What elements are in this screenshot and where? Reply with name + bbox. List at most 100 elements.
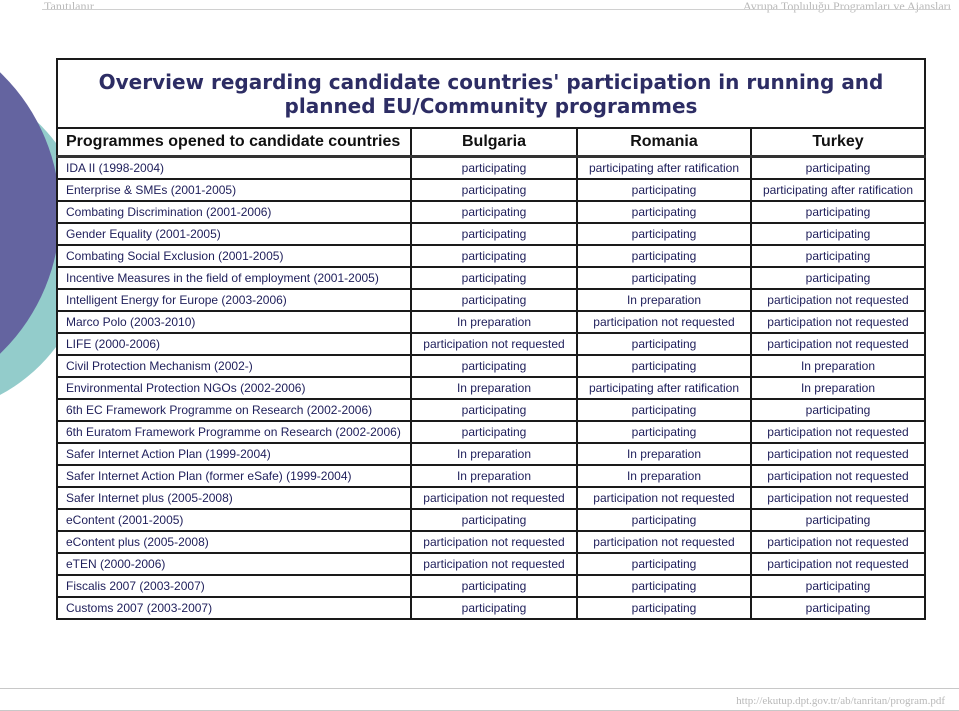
romania-status-cell: participating: [576, 200, 752, 224]
romania-status-cell: participation not requested: [576, 486, 752, 510]
romania-status-cell: participating: [576, 398, 752, 422]
column-header-programmes: Programmes opened to candidate countries: [56, 127, 412, 158]
romania-status-cell: participating after ratification: [576, 155, 752, 180]
bulgaria-status-cell: In preparation: [410, 464, 578, 488]
romania-status-cell: participating: [576, 178, 752, 202]
romania-status-cell: In preparation: [576, 442, 752, 466]
turkey-status-cell: participation not requested: [750, 552, 926, 576]
programme-cell: 6th EC Framework Programme on Research (…: [56, 398, 412, 422]
programme-cell: Combating Discrimination (2001-2006): [56, 200, 412, 224]
bulgaria-status-cell: participating: [410, 266, 578, 290]
turkey-status-cell: participating: [750, 200, 926, 224]
table-row: Customs 2007 (2003-2007) participating par…: [56, 596, 926, 620]
page-header-right: Avrupa Topluluğu Programları ve Ajanslar…: [742, 0, 951, 13]
romania-status-cell: participating after ratification: [576, 376, 752, 400]
programme-cell: Gender Equality (2001-2005): [56, 222, 412, 246]
bulgaria-status-cell: participating: [410, 155, 578, 180]
romania-status-cell: participating: [576, 596, 752, 620]
programme-cell: eContent (2001-2005): [56, 508, 412, 532]
header-divider: [42, 9, 951, 10]
table-row: eContent (2001-2005) participating partici…: [56, 508, 926, 532]
programme-cell: Marco Polo (2003-2010): [56, 310, 412, 334]
turkey-status-cell: participation not requested: [750, 288, 926, 312]
table-row: Safer Internet Action Plan (former eSafe…: [56, 464, 926, 488]
bulgaria-status-cell: participating: [410, 244, 578, 268]
table-row: eContent plus (2005-2008) participation n…: [56, 530, 926, 554]
romania-status-cell: participating: [576, 420, 752, 444]
turkey-status-cell: participation not requested: [750, 420, 926, 444]
programme-cell: Safer Internet Action Plan (former eSafe…: [56, 464, 412, 488]
programme-cell: Safer Internet plus (2005-2008): [56, 486, 412, 510]
bulgaria-status-cell: In preparation: [410, 310, 578, 334]
romania-status-cell: participating: [576, 354, 752, 378]
romania-status-cell: participation not requested: [576, 530, 752, 554]
bulgaria-status-cell: participation not requested: [410, 332, 578, 356]
turkey-status-cell: participating: [750, 222, 926, 246]
turkey-status-cell: participating: [750, 398, 926, 422]
romania-status-cell: participating: [576, 574, 752, 598]
table-header-row: Programmes opened to candidate countries…: [56, 127, 926, 158]
turkey-status-cell: participation not requested: [750, 442, 926, 466]
turkey-status-cell: participating: [750, 596, 926, 620]
romania-status-cell: participating: [576, 222, 752, 246]
romania-status-cell: In preparation: [576, 464, 752, 488]
slide-title-line-2: planned EU/Community programmes: [284, 94, 698, 118]
slide: Overview regarding candidate countries' …: [56, 58, 926, 656]
table-row: Enterprise & SMEs (2001-2005) participati…: [56, 178, 926, 202]
bulgaria-status-cell: participating: [410, 398, 578, 422]
bulgaria-status-cell: participation not requested: [410, 486, 578, 510]
turkey-status-cell: In preparation: [750, 376, 926, 400]
programme-cell: Civil Protection Mechanism (2002-): [56, 354, 412, 378]
bulgaria-status-cell: In preparation: [410, 376, 578, 400]
programme-cell: IDA II (1998-2004): [56, 155, 412, 180]
table-row: Combating Social Exclusion (2001-2005) pa…: [56, 244, 926, 268]
title-box: Overview regarding candidate countries' …: [56, 58, 926, 128]
table-row: Incentive Measures in the field of emplo…: [56, 266, 926, 290]
romania-status-cell: participating: [576, 508, 752, 532]
turkey-status-cell: participating: [750, 155, 926, 180]
table-row: Safer Internet Action Plan (1999-2004) In…: [56, 442, 926, 466]
footer-divider-top: [0, 688, 959, 689]
programme-cell: Intelligent Energy for Europe (2003-2006…: [56, 288, 412, 312]
turkey-status-cell: participation not requested: [750, 486, 926, 510]
romania-status-cell: participating: [576, 332, 752, 356]
table-row: eTEN (2000-2006) participation not reques…: [56, 552, 926, 576]
romania-status-cell: participation not requested: [576, 310, 752, 334]
romania-status-cell: In preparation: [576, 288, 752, 312]
bulgaria-status-cell: participating: [410, 222, 578, 246]
table-row: Intelligent Energy for Europe (2003-2006…: [56, 288, 926, 312]
table-row: Marco Polo (2003-2010) In preparation part…: [56, 310, 926, 334]
turkey-status-cell: In preparation: [750, 354, 926, 378]
table-row: Fiscalis 2007 (2003-2007) participating pa…: [56, 574, 926, 598]
table-row: LIFE (2000-2006) participation not reques…: [56, 332, 926, 356]
programme-cell: LIFE (2000-2006): [56, 332, 412, 356]
column-header-turkey: Turkey: [750, 127, 926, 158]
bulgaria-status-cell: participating: [410, 574, 578, 598]
turkey-status-cell: participating: [750, 508, 926, 532]
programme-cell: Safer Internet Action Plan (1999-2004): [56, 442, 412, 466]
bulgaria-status-cell: participating: [410, 200, 578, 224]
slide-title-line-1: Overview regarding candidate countries' …: [98, 70, 884, 94]
table-row: Environmental Protection NGOs (2002-2006…: [56, 376, 926, 400]
participation-table: Programmes opened to candidate countries…: [56, 127, 926, 620]
footer-source-url: http://ekutup.dpt.gov.tr/ab/tanritan/pro…: [736, 695, 945, 707]
programme-cell: Customs 2007 (2003-2007): [56, 596, 412, 620]
programme-cell: eTEN (2000-2006): [56, 552, 412, 576]
programme-cell: Enterprise & SMEs (2001-2005): [56, 178, 412, 202]
page-header-left: Tanıtılanır: [44, 0, 94, 13]
bulgaria-status-cell: participation not requested: [410, 552, 578, 576]
table-row: Gender Equality (2001-2005) participating…: [56, 222, 926, 246]
romania-status-cell: participating: [576, 244, 752, 268]
table-row: Civil Protection Mechanism (2002-) partic…: [56, 354, 926, 378]
turkey-status-cell: participation not requested: [750, 332, 926, 356]
table-row: Safer Internet plus (2005-2008) participa…: [56, 486, 926, 510]
table-body: IDA II (1998-2004) participating participa…: [56, 155, 926, 620]
programme-cell: Fiscalis 2007 (2003-2007): [56, 574, 412, 598]
programme-cell: Combating Social Exclusion (2001-2005): [56, 244, 412, 268]
bulgaria-status-cell: participation not requested: [410, 530, 578, 554]
bulgaria-status-cell: In preparation: [410, 442, 578, 466]
programme-cell: eContent plus (2005-2008): [56, 530, 412, 554]
bulgaria-status-cell: participating: [410, 288, 578, 312]
turkey-status-cell: participation not requested: [750, 530, 926, 554]
bulgaria-status-cell: participating: [410, 178, 578, 202]
